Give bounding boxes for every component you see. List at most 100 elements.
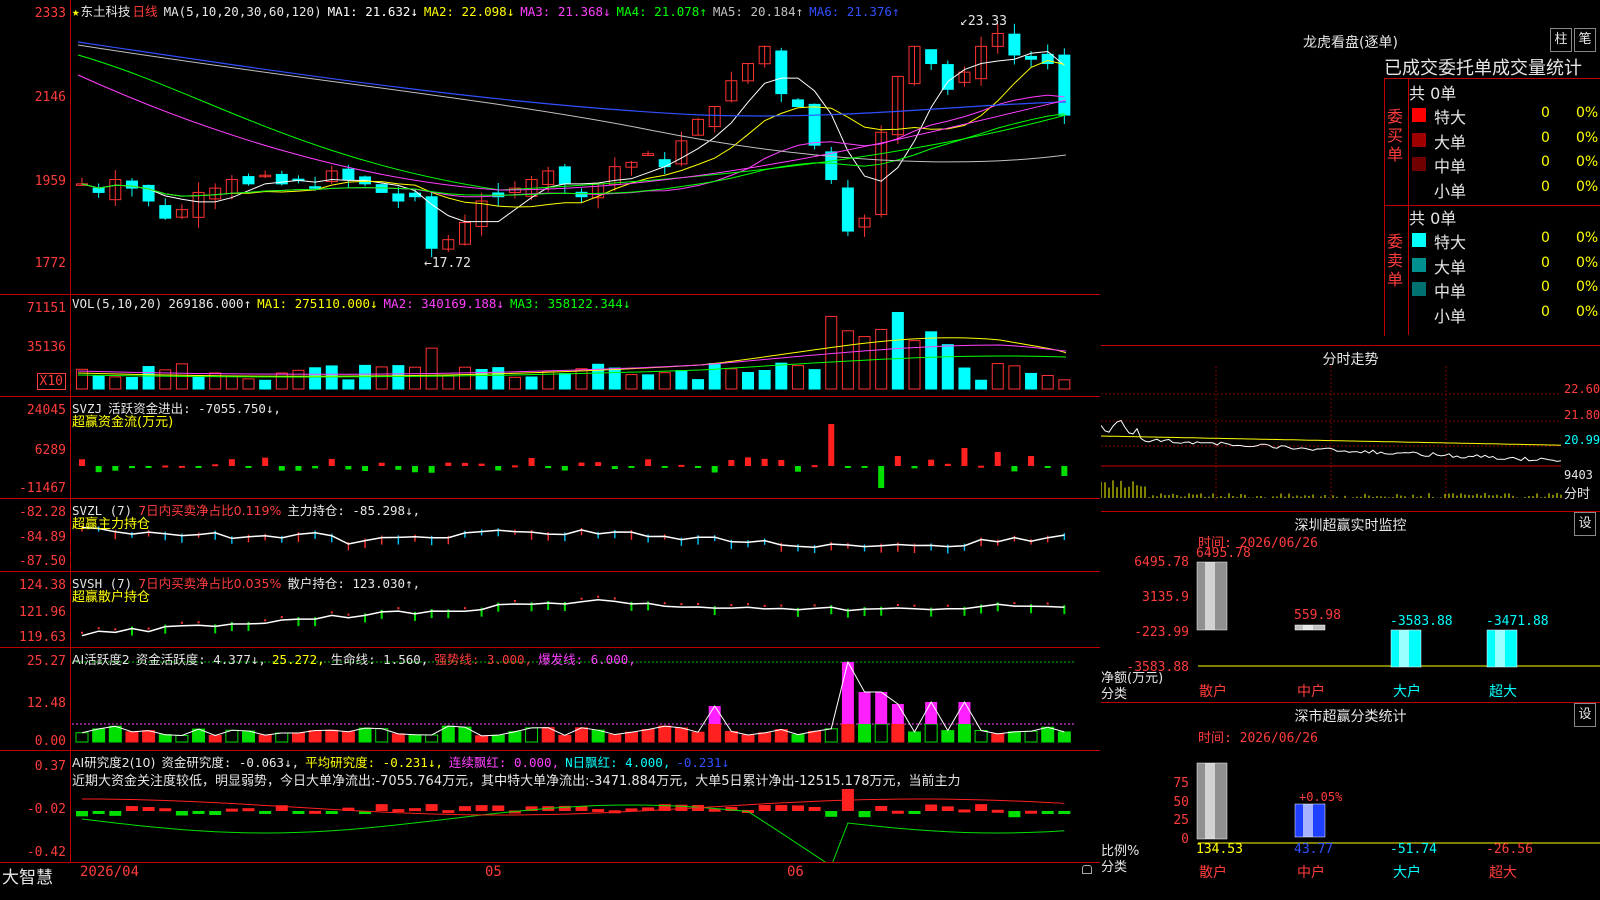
monitor-time: 时间: 2026/06/26 [1198, 536, 1318, 551]
volume-bar [292, 369, 305, 390]
research-bar [375, 804, 388, 811]
sell-color-swatch [1412, 282, 1426, 296]
sell-row-value: 0 [1541, 254, 1550, 271]
flow-bar [495, 466, 502, 471]
bar-highlight [1205, 763, 1215, 839]
buy-row-value: 0 [1541, 154, 1550, 170]
research-bar [975, 804, 988, 811]
volume-bar [1041, 374, 1054, 390]
research-bar [991, 809, 1004, 813]
position-line [81, 598, 1065, 637]
volume-panel[interactable]: 71151 35136 X10 VOL(5,10,20) 269186.000↑ M… [0, 295, 1100, 397]
low-price-label: ←17.72 [424, 256, 471, 271]
volume-bar [192, 375, 205, 390]
volume-bar [325, 365, 338, 390]
buy-row-value: 0 [1541, 178, 1550, 195]
activity-bar [1041, 726, 1055, 743]
activity-bar [308, 729, 322, 743]
activity-top-bar [958, 702, 971, 724]
intraday-panel[interactable]: 分时走势 22.60 21.80 20.99 9403 分时 [1101, 346, 1600, 512]
sz-class-panel[interactable]: 深市超赢分类统计 设 75 50 25 0 134.53 散户 43.77 中户 -51.74 大… [1101, 703, 1600, 900]
volume-bar [608, 367, 621, 390]
activity-bar [425, 734, 439, 743]
activity-bar [708, 723, 722, 743]
research-bar [409, 808, 421, 812]
svsh-panel[interactable]: 124.38 121.96 119.63 SVSH (7) 7日内买卖净占比0.0… [0, 572, 1100, 648]
tick-mode-button[interactable]: 笔 [1574, 28, 1596, 52]
research-bar [1008, 811, 1021, 818]
activity-bar [175, 734, 189, 743]
research-bar [958, 809, 971, 813]
ai-activity-header: AI活跃度2 资金活跃度: 4.377↓, 25.272, 生命线: 1.560, 强势… [72, 649, 642, 668]
x-tick: 2026/04 [80, 864, 140, 880]
research-bar [192, 811, 205, 814]
sz-class-chart[interactable]: 75 50 25 0 134.53 散户 43.77 中户 -51.74 大户 -26.56 超大 +0… [1101, 703, 1600, 900]
activity-bar [758, 732, 772, 743]
sell-row-name: 中单 [1434, 282, 1467, 301]
volume-bar [508, 376, 521, 390]
flow-bar [1028, 456, 1035, 466]
y-tick: 0 [1181, 832, 1189, 847]
flow-bar [811, 465, 818, 468]
indicator-subtitle: 超赢资金流(万元) [72, 415, 174, 430]
ai-activity-panel[interactable]: 25.27 12.48 0.00 AI活跃度2 资金活跃度: 4.377↓, 25.… [0, 648, 1100, 751]
ma-line [77, 54, 1067, 191]
volume-bar [92, 375, 105, 390]
svzl-panel[interactable]: -82.28 -84.89 -87.50 SVZL (7) 7日内买卖净占比0.1… [0, 499, 1100, 572]
kline-chart[interactable] [0, 0, 1100, 294]
activity-bar [108, 725, 122, 743]
research-bar [225, 808, 238, 812]
activity-bar [924, 723, 938, 743]
volume-bar [725, 368, 738, 390]
sz-monitor-chart[interactable]: 6495.783135.9-223.99-3583.886495.78散户559… [1101, 512, 1600, 702]
kline-panel[interactable]: 2333 2146 1959 1772 ★东土科技 日线 MA(5,10,20,30… [0, 0, 1100, 295]
buy-color-swatch [1412, 132, 1426, 147]
svzj-panel[interactable]: 24045 6289 -11467 SVZJ 活跃资金进出: -7055.750↓… [0, 397, 1100, 499]
flow-bar [162, 465, 169, 468]
indicator-name[interactable]: AI研究度2(10) [72, 755, 155, 770]
category-label: 中户 [1297, 864, 1325, 881]
activity-bar [242, 730, 255, 743]
bar-mode-button[interactable]: 柱 [1550, 28, 1572, 52]
intraday-chart[interactable] [1101, 346, 1600, 511]
flow-bar [445, 462, 452, 466]
activity-bar [1057, 731, 1071, 743]
research-bar [825, 811, 838, 817]
ma-value-6: MA6: 21.376↑ [809, 4, 900, 19]
period-label[interactable]: 日线 [133, 4, 158, 19]
ai-research-header: AI研究度2(10) 资金研究度: -0.063↓, 平均研究度: -0.231↓,… [72, 752, 735, 771]
y-tick: 9403 [1564, 468, 1593, 482]
bar-highlight [1303, 804, 1313, 837]
stock-name[interactable]: 东土科技 [81, 4, 131, 19]
research-bar [775, 804, 788, 811]
x-axis: 大智慧 2026/04 05 06 [0, 863, 1100, 900]
category-label: 中户 [1297, 683, 1325, 700]
flow-bar [145, 466, 152, 468]
indicator-name[interactable]: AI活跃度2 [72, 652, 130, 667]
ma-values: MA1: 21.632↓ MA2: 22.098↓ MA3: 21.368↓ MA4:… [328, 4, 906, 19]
flow-bar [228, 459, 235, 466]
indicator-value: 资金活跃度: 4.377↓, [135, 652, 266, 667]
ai-research-note: 近期大资金关注度较低，明显弱势，今日大单净流出:-7055.764万元，其中特大… [72, 774, 961, 789]
activity-bar [624, 731, 638, 743]
research-bar [309, 810, 322, 814]
activity-bar [908, 731, 921, 743]
favorite-star-icon[interactable]: ★ [72, 4, 80, 19]
candle-body [941, 64, 954, 90]
flow-bar [961, 448, 968, 466]
activity-bar [325, 729, 339, 743]
ai-research-panel[interactable]: 0.37 -0.02 -0.42 AI研究度2(10) 资金研究度: -0.063… [0, 751, 1100, 863]
research-bar [1058, 811, 1071, 814]
lock-icon[interactable] [1082, 865, 1092, 874]
buy-row-pct: 0% [1576, 178, 1599, 195]
flow-bar [1061, 466, 1068, 476]
dragon-tiger-title: 龙虎看盘(逐单) [1303, 35, 1398, 51]
flow-bar [195, 466, 202, 468]
flow-bar [1044, 466, 1051, 468]
volume-bar [1008, 365, 1021, 390]
sz-monitor-panel[interactable]: 深圳超赢实时监控 设 6495.78 3135.9 -223.99 -3583.88 6… [1101, 512, 1600, 703]
volume-bar [242, 378, 255, 390]
activity-top-bar [925, 702, 938, 724]
activity-bar [791, 734, 805, 743]
flow-bar [861, 466, 868, 468]
